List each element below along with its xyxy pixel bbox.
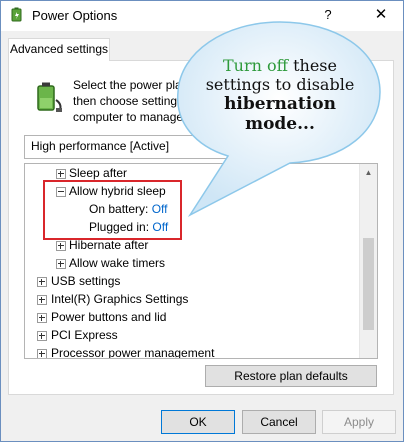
power-options-icon xyxy=(11,7,22,22)
expand-icon[interactable] xyxy=(56,259,66,269)
expand-icon[interactable] xyxy=(56,169,66,179)
window-title: Power Options xyxy=(32,8,118,23)
callout-highlight-text: Turn off xyxy=(223,56,289,75)
tree-item-label: Allow wake timers xyxy=(69,256,166,270)
callout-line-2: settings to disable xyxy=(205,75,355,94)
tree-item-label: Power buttons and lid xyxy=(51,310,167,324)
expand-icon[interactable] xyxy=(37,277,47,287)
expand-icon[interactable] xyxy=(56,241,66,251)
callout-line-3: hibernation xyxy=(224,94,336,114)
tree-item-label: Hibernate after xyxy=(69,238,149,252)
tree-item-intel-graphics[interactable]: Intel(R) Graphics Settings xyxy=(37,290,189,308)
scrollbar-thumb[interactable] xyxy=(363,238,374,330)
tree-item-processor-power[interactable]: Processor power management xyxy=(37,344,215,359)
tree-item-label: USB settings xyxy=(51,274,121,288)
expand-icon[interactable] xyxy=(37,331,47,341)
tree-item-label: Intel(R) Graphics Settings xyxy=(51,292,189,306)
tree-item-label: Processor power management xyxy=(51,346,215,359)
callout-line-1: these xyxy=(288,56,337,75)
tree-item-power-buttons[interactable]: Power buttons and lid xyxy=(37,308,167,326)
hybrid-sleep-highlight-box xyxy=(43,180,182,240)
power-plan-dropdown[interactable]: High performance [Active] ▼ xyxy=(24,135,261,159)
tree-item-label: Sleep after xyxy=(69,166,128,180)
expand-icon[interactable] xyxy=(37,295,47,305)
callout-line-4: mode... xyxy=(245,114,315,134)
apply-button[interactable]: Apply xyxy=(322,410,396,434)
tree-scrollbar[interactable]: ▲ xyxy=(359,164,377,358)
scroll-up-arrow-icon[interactable]: ▲ xyxy=(360,164,377,181)
expand-icon[interactable] xyxy=(37,349,47,358)
title-bar: Power Options ? ✕ xyxy=(1,1,403,31)
selected-plan: High performance [Active] xyxy=(31,139,170,153)
close-button[interactable]: ✕ xyxy=(369,5,393,25)
callout-text: Turn off these settings to disable hiber… xyxy=(200,56,360,134)
tree-item-allow-wake-timers[interactable]: Allow wake timers xyxy=(56,254,166,272)
chevron-down-icon: ▼ xyxy=(245,140,255,151)
help-button[interactable]: ? xyxy=(316,5,340,25)
restore-plan-defaults-button[interactable]: Restore plan defaults xyxy=(205,365,377,387)
cancel-button[interactable]: Cancel xyxy=(242,410,316,434)
battery-plan-icon xyxy=(37,82,62,112)
expand-icon[interactable] xyxy=(37,313,47,323)
ok-button[interactable]: OK xyxy=(161,410,235,434)
tree-item-label: PCI Express xyxy=(51,328,118,342)
tree-item-pci-express[interactable]: PCI Express xyxy=(37,326,118,344)
tab-advanced-settings[interactable]: Advanced settings xyxy=(8,38,110,61)
tree-item-usb-settings[interactable]: USB settings xyxy=(37,272,121,290)
